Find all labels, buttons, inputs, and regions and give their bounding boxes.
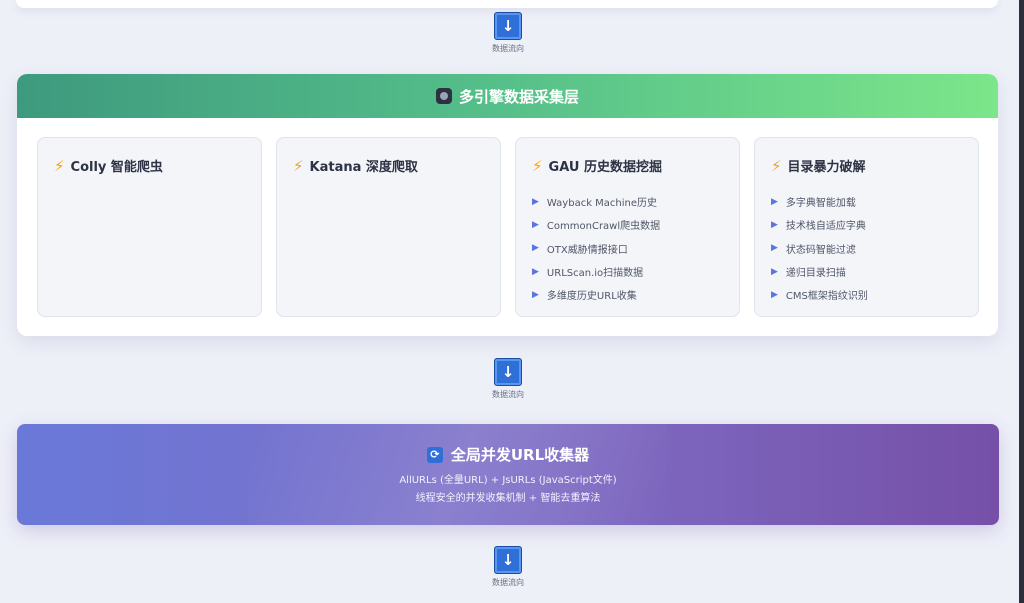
flow-connector-1: ↓ 数据流向 xyxy=(0,12,1016,54)
flow-connector-3: ↓ 数据流向 xyxy=(0,546,1016,588)
list-item: ▶ 递归目录扫描 xyxy=(771,266,846,280)
flow-label: 数据流向 xyxy=(492,44,524,53)
collector-description-line-2: 线程安全的并发收集机制 + 智能去重算法 xyxy=(415,493,601,504)
layer-header: 多引擎数据采集层 xyxy=(17,74,998,118)
triangle-bullet-icon: ▶ xyxy=(532,289,539,300)
flow-label: 数据流向 xyxy=(492,578,524,587)
sync-icon: ⟳ xyxy=(426,446,443,463)
triangle-bullet-icon: ▶ xyxy=(771,243,778,254)
triangle-bullet-icon: ▶ xyxy=(532,266,539,277)
engine-card-dirbrute: ⚡ 目录暴力破解 ▶ 多字典智能加载 ▶ 技术栈自适应字典 ▶ 状态码智能过滤 ▶ 递归目… xyxy=(754,137,979,317)
engine-card-gau: ⚡ GAU 历史数据挖掘 ▶ Wayback Machine历史 ▶ CommonCr… xyxy=(515,137,740,317)
layer-title: 多引擎数据采集层 xyxy=(458,87,579,106)
engine-title: Colly 智能爬虫 xyxy=(70,160,163,175)
triangle-bullet-icon: ▶ xyxy=(771,289,778,300)
url-collector-panel: ⟳ 全局并发URL收集器 AllURLs (全量URL) + JsURLs (J… xyxy=(17,424,999,525)
down-arrow-icon: ↓ xyxy=(494,546,522,574)
list-item: ▶ CommonCrawl爬虫数据 xyxy=(532,219,661,233)
triangle-bullet-icon: ▶ xyxy=(771,219,778,230)
lightning-icon: ⚡ xyxy=(293,156,304,175)
down-arrow-icon: ↓ xyxy=(494,358,522,386)
flow-label: 数据流向 xyxy=(492,390,524,399)
engine-card-katana: ⚡ Katana 深度爬取 xyxy=(276,137,501,317)
collector-description-line-1: AllURLs (全量URL) + JsURLs (JavaScript文件) xyxy=(399,475,617,486)
triangle-bullet-icon: ▶ xyxy=(532,219,539,230)
triangle-bullet-icon: ▶ xyxy=(532,243,539,254)
lightning-icon: ⚡ xyxy=(54,156,65,175)
window-edge xyxy=(1019,0,1024,603)
list-item: ▶ CMS框架指纹识别 xyxy=(771,289,868,303)
list-item: ▶ 多字典智能加载 xyxy=(771,196,856,210)
gear-icon xyxy=(435,88,452,104)
down-arrow-icon: ↓ xyxy=(494,12,522,40)
list-item: ▶ URLScan.io扫描数据 xyxy=(532,266,644,280)
triangle-bullet-icon: ▶ xyxy=(771,266,778,277)
engine-title: GAU 历史数据挖掘 xyxy=(548,160,662,175)
list-item: ▶ 多维度历史URL收集 xyxy=(532,289,637,303)
list-item: ▶ 技术栈自适应字典 xyxy=(771,219,866,233)
flow-connector-2: ↓ 数据流向 xyxy=(0,358,1016,400)
lightning-icon: ⚡ xyxy=(771,156,782,175)
triangle-bullet-icon: ▶ xyxy=(771,196,778,207)
collector-title: 全局并发URL收集器 xyxy=(450,446,590,464)
engine-title: 目录暴力破解 xyxy=(787,160,866,175)
lightning-icon: ⚡ xyxy=(532,156,543,175)
list-item: ▶ 状态码智能过滤 xyxy=(771,243,856,256)
list-item: ▶ OTX威胁情报接口 xyxy=(532,243,628,256)
engine-card-colly: ⚡ Colly 智能爬虫 xyxy=(37,137,262,317)
previous-layer-card xyxy=(16,0,998,8)
list-item: ▶ Wayback Machine历史 xyxy=(532,196,658,210)
engine-feature-list: ▶ 多字典智能加载 ▶ 技术栈自适应字典 ▶ 状态码智能过滤 ▶ 递归目录扫描 ▶ CMS… xyxy=(771,190,868,306)
data-collection-layer: 多引擎数据采集层 ⚡ Colly 智能爬虫 ⚡ Katana 深度爬取 ⚡ GAU 历… xyxy=(17,74,998,336)
engine-feature-list: ▶ Wayback Machine历史 ▶ CommonCrawl爬虫数据 ▶ OTX… xyxy=(532,190,660,306)
engine-title: Katana 深度爬取 xyxy=(309,160,418,175)
triangle-bullet-icon: ▶ xyxy=(532,196,539,207)
